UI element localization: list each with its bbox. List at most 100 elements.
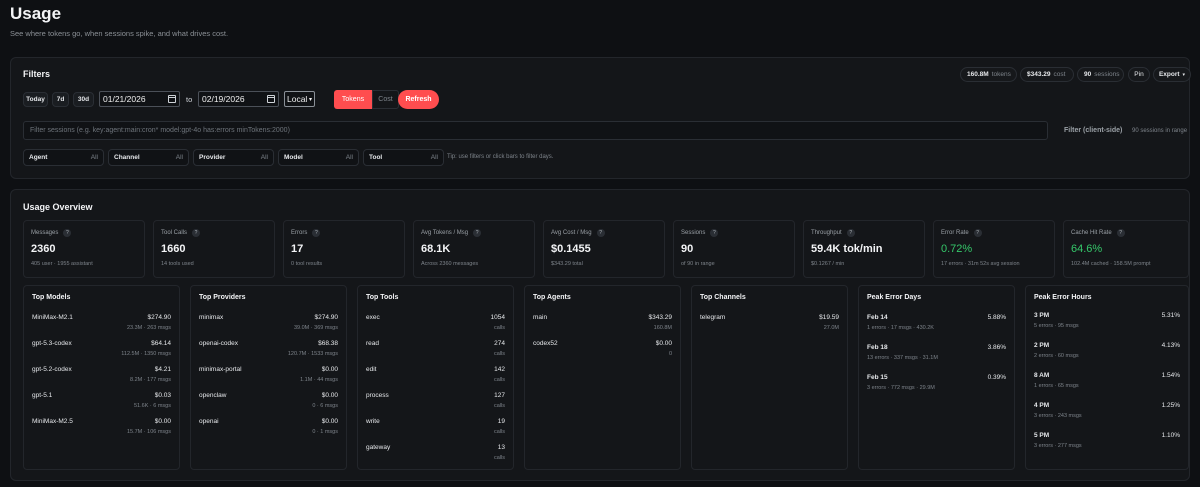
item-name: Feb 14 [867, 314, 888, 321]
help-icon[interactable]: ? [192, 229, 201, 237]
list-item[interactable]: codex52 $0.00 0 [533, 340, 672, 357]
item-value: $274.90 [314, 314, 339, 321]
item-name: minimax [199, 314, 224, 321]
item-value: 4.13% [1161, 342, 1180, 349]
list-item[interactable]: gpt-5.3-codex $64.14 112.5M · 1350 msgs [32, 340, 171, 357]
list-item[interactable]: 8 AM 1.54% 1 errors · 65 msgs [1034, 372, 1180, 389]
list-item[interactable]: exec 1054 calls [366, 314, 505, 331]
item-value: $0.00 [655, 340, 672, 347]
list-item[interactable]: main $343.29 160.8M [533, 314, 672, 331]
item-detail: 5 errors · 95 msgs [1034, 323, 1079, 329]
item-detail: 23.3M · 263 msgs [126, 325, 171, 331]
item-detail: calls [493, 403, 505, 409]
item-name: MiniMax-M2.1 [32, 314, 73, 321]
list-item[interactable]: Feb 18 3.86% 13 errors · 337 msgs · 31.1M [867, 344, 1006, 361]
top-channels-card: Top Channels telegram $19.59 27.0M [691, 285, 848, 470]
stat-subtext: 14 tools used [161, 261, 194, 267]
start-date-input[interactable]: 01/21/2026 [99, 91, 180, 107]
preset-7d-button[interactable]: 7d [52, 92, 69, 107]
cost-summary-pill: $343.29 cost [1020, 67, 1074, 82]
list-item[interactable]: 2 PM 4.13% 2 errors · 60 msgs [1034, 342, 1180, 359]
pin-button[interactable]: Pin [1128, 67, 1150, 82]
item-detail: 3 errors · 243 msgs [1034, 413, 1082, 419]
mode-tokens-toggle[interactable]: Tokens [334, 90, 372, 109]
item-name: minimax-portal [199, 366, 242, 373]
calendar-icon[interactable] [267, 95, 275, 103]
item-name: openai-codex [199, 340, 239, 347]
filters-panel: Filters 160.8M tokens $343.29 cost 90 se… [10, 57, 1191, 179]
list-item[interactable]: minimax-portal $0.00 1.1M · 44 msgs [199, 366, 338, 383]
channel-filter-select[interactable]: Channel All [108, 149, 189, 166]
list-item[interactable]: telegram $19.59 27.0M [700, 314, 839, 331]
item-name: read [366, 340, 380, 347]
preset-30d-button[interactable]: 30d [73, 92, 94, 107]
list-item[interactable]: process 127 calls [366, 392, 505, 409]
agent-filter-select[interactable]: Agent All [23, 149, 104, 166]
item-name: MiniMax-M2.5 [32, 418, 73, 425]
help-icon[interactable]: ? [710, 229, 719, 237]
export-button[interactable]: Export ▾ [1153, 67, 1191, 82]
item-detail: 0 [668, 351, 672, 357]
stat-subtext: 17 errors · 31m 52s avg session [941, 261, 1020, 267]
item-name: 8 AM [1034, 372, 1050, 379]
stat-value: 0.72% [941, 243, 973, 255]
provider-filter-select[interactable]: Provider All [193, 149, 274, 166]
list-item[interactable]: edit 142 calls [366, 366, 505, 383]
list-item[interactable]: 5 PM 1.10% 3 errors · 277 msgs [1034, 432, 1180, 449]
item-name: openclaw [199, 392, 227, 399]
list-item[interactable]: read 274 calls [366, 340, 505, 357]
provider-filter-label: Provider [199, 154, 226, 161]
item-value: $0.00 [321, 418, 338, 425]
calendar-icon[interactable] [168, 95, 176, 103]
stat-subtext: $343.29 total [551, 261, 583, 267]
list-item[interactable]: openclaw $0.00 0 · 6 msgs [199, 392, 338, 409]
help-icon[interactable]: ? [1116, 229, 1125, 237]
help-icon[interactable]: ? [473, 229, 482, 237]
card-title: Top Channels [700, 294, 746, 301]
help-icon[interactable]: ? [63, 229, 72, 237]
help-icon[interactable]: ? [846, 229, 855, 237]
list-item[interactable]: write 19 calls [366, 418, 505, 435]
card-title: Peak Error Hours [1034, 294, 1092, 301]
end-date-input[interactable]: 02/19/2026 [198, 91, 279, 107]
stat-value: 59.4K tok/min [811, 243, 883, 255]
stat-value: 68.1K [421, 243, 451, 255]
list-item[interactable]: gpt-5.2-codex $4.21 8.2M · 177 msgs [32, 366, 171, 383]
help-icon[interactable]: ? [973, 229, 982, 237]
list-item[interactable]: openai $0.00 0 · 1 msgs [199, 418, 338, 435]
list-item[interactable]: minimax $274.90 39.0M · 369 msgs [199, 314, 338, 331]
item-detail: 8.2M · 177 msgs [130, 377, 171, 383]
list-item[interactable]: MiniMax-M2.5 $0.00 15.7M · 106 msgs [32, 418, 171, 435]
filters-title: Filters [23, 69, 51, 79]
mode-cost-toggle[interactable]: Cost [372, 90, 399, 109]
timezone-select[interactable]: Local ▾ [284, 91, 315, 107]
help-icon[interactable]: ? [596, 229, 605, 237]
list-item[interactable]: gateway 13 calls [366, 444, 505, 461]
item-value: 13 [497, 444, 505, 451]
usage-overview-title: Usage Overview [23, 202, 93, 212]
preset-today-button[interactable]: Today [23, 92, 48, 107]
item-detail: calls [493, 351, 505, 357]
peak-error-days-card: Peak Error Days Feb 14 5.88% 1 errors · 17… [858, 285, 1015, 470]
list-item[interactable]: Feb 15 0.39% 3 errors · 772 msgs · 29.9M [867, 374, 1006, 391]
item-detail: 0 · 1 msgs [312, 429, 338, 435]
item-value: 3.86% [987, 344, 1006, 351]
help-icon[interactable]: ? [312, 229, 321, 237]
stat-card-cache-hit-rate: Cache Hit Rate? 64.6% 102.4M cached · 15… [1063, 220, 1189, 278]
model-filter-select[interactable]: Model All [278, 149, 359, 166]
tool-filter-select[interactable]: Tool All [363, 149, 444, 166]
stat-label: Cache Hit Rate [1071, 230, 1112, 236]
session-search-input[interactable]: Filter sessions (e.g. key:agent:main:cro… [23, 121, 1048, 140]
list-item[interactable]: 3 PM 5.31% 5 errors · 95 msgs [1034, 312, 1180, 329]
item-value: 127 [494, 392, 505, 399]
list-item[interactable]: MiniMax-M2.1 $274.90 23.3M · 263 msgs [32, 314, 171, 331]
stat-subtext: 405 user · 1955 assistant [31, 261, 93, 267]
list-item[interactable]: gpt-5.1 $0.03 51.6K · 6 msgs [32, 392, 171, 409]
list-item[interactable]: openai-codex $68.38 120.7M · 1533 msgs [199, 340, 338, 357]
channel-filter-label: Channel [114, 154, 140, 161]
list-item[interactable]: Feb 14 5.88% 1 errors · 17 msgs · 430.2K [867, 314, 1006, 331]
list-item[interactable]: 4 PM 1.25% 3 errors · 243 msgs [1034, 402, 1180, 419]
refresh-button[interactable]: Refresh [398, 90, 439, 109]
item-value: 1.25% [1161, 402, 1180, 409]
item-value: $274.90 [147, 314, 172, 321]
